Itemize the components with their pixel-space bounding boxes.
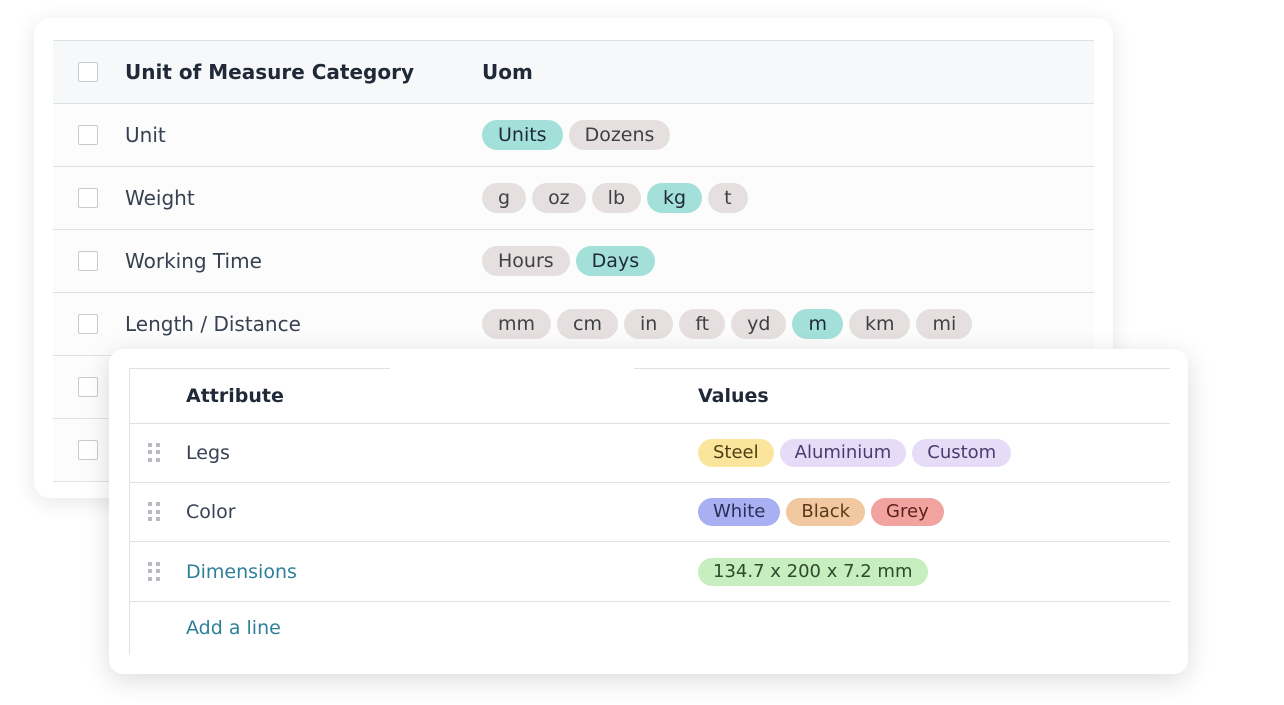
select-all-checkbox[interactable] bbox=[78, 62, 98, 82]
uom-tags: g oz lb kg t bbox=[482, 183, 748, 213]
uom-table-header: Unit of Measure Category Uom bbox=[53, 40, 1094, 104]
table-row[interactable]: Length / Distance mm cm in ft yd m km mi bbox=[53, 293, 1094, 356]
row-checkbox[interactable] bbox=[78, 188, 98, 208]
attribute-name: Color bbox=[186, 501, 236, 523]
add-line-row: Add a line bbox=[130, 602, 1170, 654]
row-checkbox[interactable] bbox=[78, 440, 98, 460]
row-checkbox[interactable] bbox=[78, 377, 98, 397]
column-header-attribute: Attribute bbox=[186, 384, 284, 407]
value-tag: 134.7 x 200 x 7.2 mm bbox=[698, 557, 928, 586]
uom-tag: lb bbox=[591, 183, 642, 213]
value-tag: Steel bbox=[698, 438, 774, 467]
value-tag: Custom bbox=[912, 438, 1012, 467]
attributes-card: Attribute Values Legs Steel Aluminium Custo… bbox=[109, 349, 1188, 674]
value-tag: Aluminium bbox=[779, 438, 907, 467]
uom-tag: Days bbox=[575, 246, 656, 276]
drag-handle-icon[interactable] bbox=[148, 442, 160, 463]
uom-category-name: Length / Distance bbox=[125, 312, 301, 336]
attribute-row[interactable]: Dimensions 134.7 x 200 x 7.2 mm bbox=[130, 542, 1170, 602]
uom-tag: Hours bbox=[482, 246, 570, 276]
row-checkbox[interactable] bbox=[78, 251, 98, 271]
attributes-table: Attribute Values Legs Steel Aluminium Custo… bbox=[129, 368, 1170, 655]
uom-tag: g bbox=[482, 183, 527, 213]
uom-tag: cm bbox=[557, 309, 618, 339]
row-checkbox[interactable] bbox=[78, 125, 98, 145]
uom-tag: mi bbox=[916, 309, 973, 339]
uom-tags: Units Dozens bbox=[482, 120, 671, 150]
uom-tag: ft bbox=[679, 309, 726, 339]
value-tag: White bbox=[698, 498, 781, 526]
uom-tag: in bbox=[624, 309, 674, 339]
uom-tag: oz bbox=[532, 183, 586, 213]
uom-tag: m bbox=[792, 309, 843, 339]
column-header-category[interactable]: Unit of Measure Category bbox=[125, 60, 414, 84]
column-header-uom[interactable]: Uom bbox=[482, 60, 533, 84]
uom-tag: t bbox=[708, 183, 748, 213]
drag-handle-icon[interactable] bbox=[148, 502, 160, 522]
attribute-row[interactable]: Legs Steel Aluminium Custom bbox=[130, 423, 1170, 483]
table-row[interactable]: Unit Units Dozens bbox=[53, 104, 1094, 167]
uom-tag: yd bbox=[731, 309, 787, 339]
uom-tag: km bbox=[848, 309, 911, 339]
drag-handle-icon[interactable] bbox=[148, 561, 160, 582]
uom-tag: Dozens bbox=[568, 120, 671, 150]
uom-tag: Units bbox=[482, 120, 563, 150]
value-tag: Grey bbox=[871, 498, 944, 526]
attribute-row[interactable]: Color White Black Grey bbox=[130, 483, 1170, 542]
add-a-line-link[interactable]: Add a line bbox=[186, 617, 281, 639]
row-checkbox[interactable] bbox=[78, 314, 98, 334]
attribute-name[interactable]: Dimensions bbox=[186, 561, 297, 583]
uom-category-name: Unit bbox=[125, 123, 166, 147]
attribute-name: Legs bbox=[186, 441, 230, 464]
uom-tag: kg bbox=[647, 183, 703, 213]
uom-category-name: Weight bbox=[125, 186, 195, 210]
column-header-values: Values bbox=[698, 384, 769, 407]
attributes-table-header: Attribute Values bbox=[130, 368, 1170, 424]
table-row[interactable]: Weight g oz lb kg t bbox=[53, 167, 1094, 230]
attribute-value-tags: 134.7 x 200 x 7.2 mm bbox=[698, 557, 928, 586]
uom-tags: Hours Days bbox=[482, 246, 656, 276]
attribute-value-tags: Steel Aluminium Custom bbox=[698, 438, 1012, 467]
uom-category-name: Working Time bbox=[125, 249, 262, 273]
uom-tags: mm cm in ft yd m km mi bbox=[482, 309, 973, 339]
attribute-value-tags: White Black Grey bbox=[698, 498, 944, 526]
uom-tag: mm bbox=[482, 309, 552, 339]
table-row[interactable]: Working Time Hours Days bbox=[53, 230, 1094, 293]
value-tag: Black bbox=[786, 498, 866, 526]
